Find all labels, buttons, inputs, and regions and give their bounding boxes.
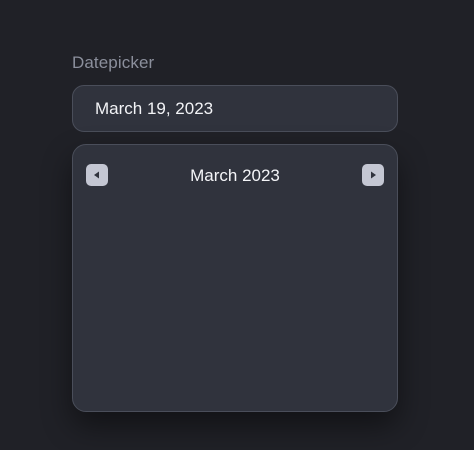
next-month-button[interactable] xyxy=(362,164,384,186)
calendar-header: March 2023 xyxy=(73,164,397,188)
calendar-month-title: March 2023 xyxy=(190,166,280,185)
datepicker-label: Datepicker xyxy=(72,53,155,72)
triangle-right-icon xyxy=(371,171,376,179)
date-input-field[interactable]: March 19, 2023 xyxy=(72,85,398,132)
date-input-value: March 19, 2023 xyxy=(95,98,214,118)
calendar-panel: March 2023 xyxy=(72,144,398,412)
